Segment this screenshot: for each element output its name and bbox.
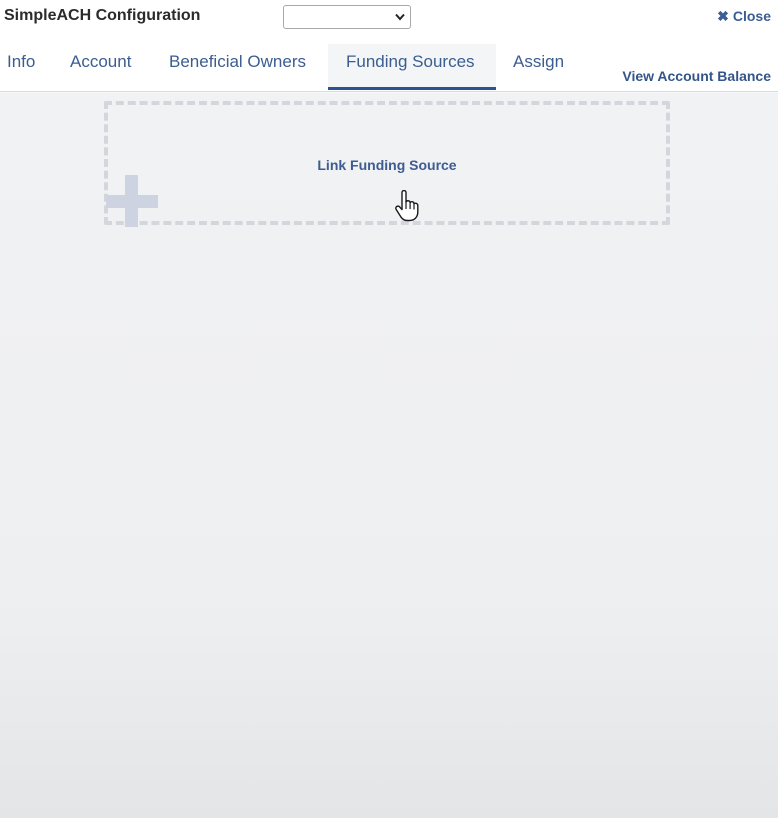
close-button[interactable]: ✖ Close [717, 8, 771, 25]
chevron-down-icon [395, 13, 405, 21]
active-tab-indicator [328, 87, 496, 90]
view-account-balance-link[interactable]: View Account Balance [622, 68, 771, 84]
plus-icon [106, 175, 158, 227]
dialog-header: SimpleACH Configuration ✖ Close [0, 0, 778, 36]
tab-funding-sources[interactable]: Funding Sources [346, 52, 475, 72]
link-funding-source-card[interactable]: Link Funding Source [104, 101, 670, 227]
dialog-title: SimpleACH Configuration [4, 7, 201, 24]
hand-pointer-cursor [395, 190, 419, 222]
header-divider [0, 91, 778, 92]
close-label: Close [732, 8, 771, 24]
link-funding-source-label[interactable]: Link Funding Source [108, 157, 666, 173]
account-select[interactable] [283, 5, 411, 29]
close-icon: ✖ [717, 8, 729, 24]
tab-beneficial-owners[interactable]: Beneficial Owners [169, 52, 306, 72]
tab-assign[interactable]: Assign [513, 52, 564, 72]
tab-info[interactable]: Info [7, 52, 35, 72]
tab-account[interactable]: Account [70, 52, 131, 72]
tab-bar: Info Account Beneficial Owners Funding S… [0, 38, 778, 92]
